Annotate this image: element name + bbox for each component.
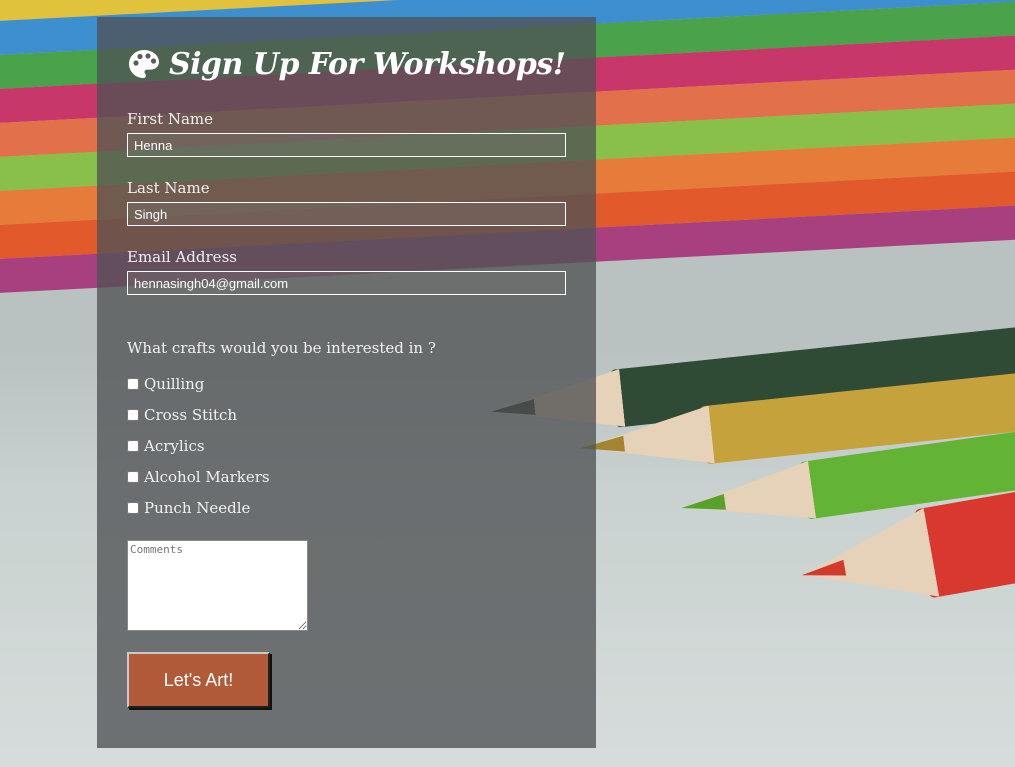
first-name-input[interactable]	[127, 133, 566, 157]
signup-form: Sign Up For Workshops! First Name Last N…	[97, 17, 596, 748]
form-title: Sign Up For Workshops!	[127, 47, 566, 82]
craft-label: Acrylics	[144, 436, 205, 455]
last-name-label: Last Name	[127, 179, 210, 197]
craft-option-acrylics[interactable]: Acrylics	[127, 430, 566, 461]
email-label: Email Address	[127, 248, 237, 266]
craft-label: Cross Stitch	[144, 405, 238, 424]
form-title-text: Sign Up For Workshops!	[169, 47, 566, 82]
craft-label: Quilling	[144, 374, 205, 393]
craft-label: Alcohol Markers	[144, 467, 270, 486]
acrylics-checkbox[interactable]	[127, 439, 139, 452]
palette-icon	[129, 49, 159, 78]
last-name-input[interactable]	[127, 202, 566, 226]
crafts-question: What crafts would you be interested in ?	[127, 339, 436, 357]
craft-option-cross-stitch[interactable]: Cross Stitch	[127, 399, 566, 430]
first-name-label: First Name	[127, 110, 214, 128]
craft-option-punch-needle[interactable]: Punch Needle	[127, 492, 566, 523]
submit-button[interactable]: Let's Art!	[127, 652, 270, 708]
craft-option-quilling[interactable]: Quilling	[127, 368, 566, 399]
alcohol-markers-checkbox[interactable]	[127, 470, 139, 483]
email-input[interactable]	[127, 271, 566, 295]
punch-needle-checkbox[interactable]	[127, 501, 139, 514]
cross-stitch-checkbox[interactable]	[127, 408, 139, 421]
quilling-checkbox[interactable]	[127, 377, 139, 390]
craft-label: Punch Needle	[144, 498, 251, 517]
comments-textarea[interactable]	[127, 540, 308, 631]
craft-option-alcohol-markers[interactable]: Alcohol Markers	[127, 461, 566, 492]
